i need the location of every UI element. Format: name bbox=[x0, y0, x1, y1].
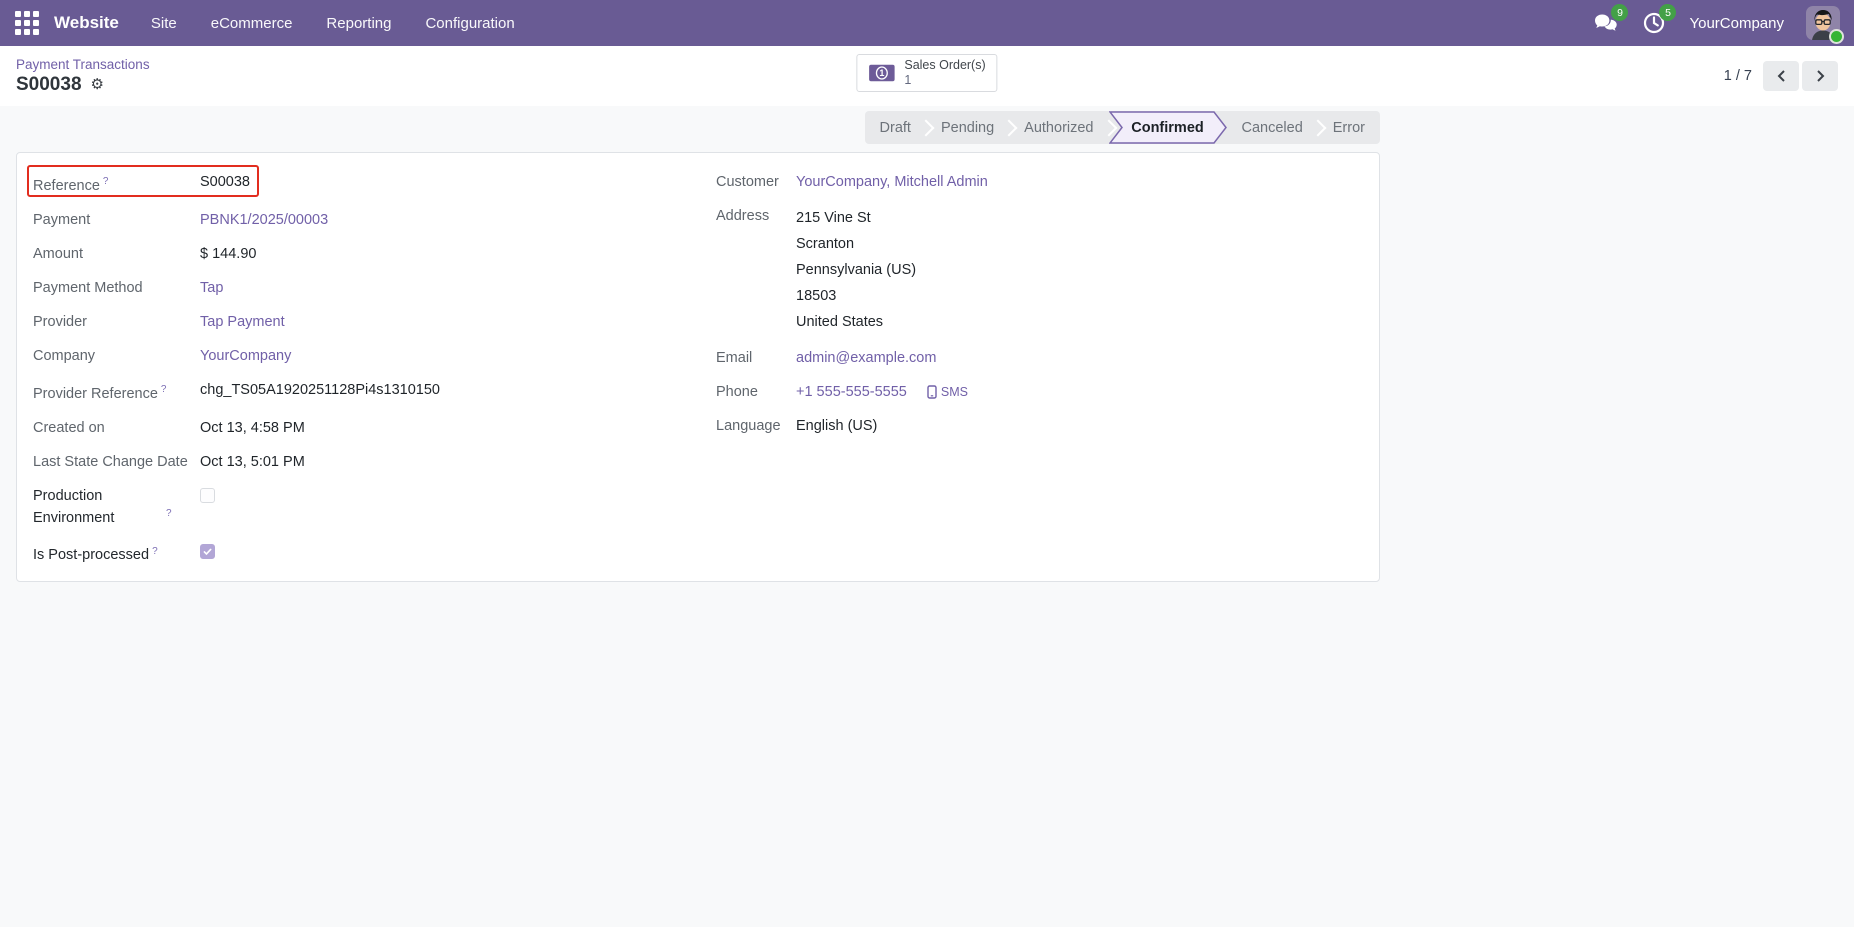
user-avatar[interactable] bbox=[1806, 6, 1844, 44]
menu-site[interactable]: Site bbox=[151, 15, 177, 32]
field-row-production-environment: Production Environment? bbox=[33, 485, 616, 529]
stat-button-label: Sales Order(s) bbox=[904, 58, 986, 72]
field-label-payment: Payment bbox=[33, 211, 91, 228]
field-value-company[interactable]: YourCompany bbox=[200, 345, 291, 367]
status-step-label: Canceled bbox=[1241, 119, 1303, 136]
page-title: S00038 bbox=[16, 73, 82, 95]
field-value-amount[interactable]: $ 144.90 bbox=[200, 243, 256, 265]
chevron-left-icon bbox=[1777, 70, 1785, 82]
sales-orders-button[interactable]: 1 Sales Order(s) 1 bbox=[856, 54, 998, 92]
field-label-created-on: Created on bbox=[33, 419, 105, 436]
checkbox-is-post-processed[interactable] bbox=[200, 543, 215, 559]
form-view: Draft Pending Authorized Confirmed Canceled E… bbox=[0, 106, 1854, 927]
field-value-provider-reference[interactable]: chg_TS05A1920251128Pi4s1310150 bbox=[200, 379, 440, 401]
field-row-is-post-processed: Is Post-processed? bbox=[33, 541, 616, 567]
field-row-amount: Amount $ 144.90 bbox=[33, 243, 616, 265]
field-row-last-state-change-date: Last State Change Date Oct 13, 5:01 PM bbox=[33, 451, 616, 473]
help-question-icon[interactable]: ? bbox=[161, 384, 167, 395]
field-row-payment: Payment PBNK1/2025/00003 bbox=[33, 209, 616, 231]
field-row-company: Company YourCompany bbox=[33, 345, 616, 367]
field-label-reference: Reference? bbox=[33, 176, 109, 194]
field-label-provider-reference: Provider Reference? bbox=[33, 383, 167, 402]
actions-gear-icon[interactable]: ⚙ bbox=[91, 77, 104, 92]
online-status-dot bbox=[1829, 29, 1844, 44]
apps-grid-icon[interactable] bbox=[14, 10, 40, 36]
field-row-reference: Reference? S00038 bbox=[27, 165, 616, 197]
pager-next-button[interactable] bbox=[1802, 61, 1838, 91]
field-label-provider: Provider bbox=[33, 313, 87, 330]
menu-reporting[interactable]: Reporting bbox=[326, 15, 391, 32]
status-step-canceled[interactable]: Canceled bbox=[1227, 111, 1318, 144]
statusbar: Draft Pending Authorized Confirmed Canceled E… bbox=[864, 111, 1380, 144]
pager-value: 1 / 7 bbox=[1723, 68, 1752, 84]
status-step-authorized[interactable]: Authorized bbox=[1009, 111, 1108, 144]
messages-badge: 9 bbox=[1611, 4, 1629, 21]
status-step-label: Draft bbox=[879, 119, 911, 136]
top-navbar: Website Site eCommerce Reporting Configurat… bbox=[0, 0, 1854, 46]
activities-button[interactable]: 5 bbox=[1641, 4, 1677, 35]
help-question-icon[interactable]: ? bbox=[103, 176, 109, 187]
field-value-last-state-change-date[interactable]: Oct 13, 5:01 PM bbox=[200, 451, 305, 473]
status-step-draft[interactable]: Draft bbox=[865, 111, 926, 144]
field-row-provider: Provider Tap Payment bbox=[33, 311, 616, 333]
status-step-label: Confirmed bbox=[1131, 119, 1204, 136]
customer-link[interactable]: YourCompany, Mitchell Admin bbox=[796, 171, 988, 193]
field-label-company: Company bbox=[33, 347, 96, 364]
control-panel: Payment Transactions S00038 ⚙ 1 Sales Or… bbox=[0, 46, 1854, 106]
field-value-provider[interactable]: Tap Payment bbox=[200, 311, 285, 333]
phone-link[interactable]: +1 555-555-5555 bbox=[796, 381, 907, 403]
status-step-label: Authorized bbox=[1024, 119, 1094, 136]
field-value-reference[interactable]: S00038 bbox=[200, 171, 250, 193]
field-row-phone: Phone +1 555-555-5555 SMS bbox=[716, 381, 1363, 403]
status-step-error[interactable]: Error bbox=[1318, 111, 1380, 144]
pager-prev-button[interactable] bbox=[1763, 61, 1799, 91]
field-label-is-post-processed: Is Post-processed? bbox=[33, 545, 158, 564]
field-value-payment[interactable]: PBNK1/2025/00003 bbox=[200, 209, 328, 231]
mobile-phone-icon bbox=[927, 385, 937, 399]
user-company-name[interactable]: YourCompany bbox=[1689, 15, 1784, 32]
field-row-language: Language English (US) bbox=[716, 415, 1363, 437]
field-row-customer: Customer YourCompany, Mitchell Admin bbox=[716, 171, 1363, 193]
checkbox-production-environment[interactable] bbox=[200, 487, 215, 503]
help-question-icon[interactable]: ? bbox=[152, 546, 158, 557]
email-link[interactable]: admin@example.com bbox=[796, 347, 936, 369]
field-row-provider-reference: Provider Reference? chg_TS05A1920251128Pi… bbox=[33, 379, 616, 405]
field-label-amount: Amount bbox=[33, 245, 83, 262]
field-row-address: Address 215 Vine St Scranton Pennsylvani… bbox=[716, 205, 1363, 335]
breadcrumb[interactable]: Payment Transactions bbox=[16, 57, 150, 72]
field-row-payment-method: Payment Method Tap bbox=[33, 277, 616, 299]
svg-text:1: 1 bbox=[879, 68, 884, 78]
nav-menus: Site eCommerce Reporting Configuration bbox=[151, 15, 515, 32]
left-field-group: Reference? S00038 Payment PBNK1/2025/00003 A… bbox=[27, 165, 616, 578]
sms-button[interactable]: SMS bbox=[927, 381, 968, 403]
chevron-right-icon bbox=[1816, 70, 1824, 82]
field-row-email: Email admin@example.com bbox=[716, 347, 1363, 369]
address-value[interactable]: 215 Vine St Scranton Pennsylvania (US) 1… bbox=[796, 205, 916, 335]
right-field-group: Customer YourCompany, Mitchell Admin Add… bbox=[716, 171, 1363, 578]
field-value-created-on[interactable]: Oct 13, 4:58 PM bbox=[200, 417, 305, 439]
status-step-confirmed[interactable]: Confirmed bbox=[1108, 111, 1227, 144]
menu-ecommerce[interactable]: eCommerce bbox=[211, 15, 293, 32]
field-label-payment-method: Payment Method bbox=[33, 279, 143, 296]
stat-button-count: 1 bbox=[904, 73, 912, 87]
pager: 1 / 7 bbox=[1724, 61, 1838, 91]
app-brand[interactable]: Website bbox=[54, 13, 119, 33]
navbar-right-section: 9 5 YourCompany bbox=[1593, 4, 1844, 44]
status-step-label: Error bbox=[1332, 119, 1365, 136]
status-step-label: Pending bbox=[940, 119, 995, 136]
field-value-payment-method[interactable]: Tap bbox=[200, 277, 223, 299]
activities-badge: 5 bbox=[1659, 4, 1677, 21]
field-row-created-on: Created on Oct 13, 4:58 PM bbox=[33, 417, 616, 439]
field-label-last-state-change-date: Last State Change Date bbox=[33, 453, 188, 470]
money-icon: 1 bbox=[869, 64, 895, 82]
help-question-icon[interactable]: ? bbox=[166, 508, 172, 519]
form-sheet: Reference? S00038 Payment PBNK1/2025/00003 A… bbox=[16, 152, 1380, 582]
field-label-production-environment: Production Environment? bbox=[33, 487, 172, 526]
menu-configuration[interactable]: Configuration bbox=[425, 15, 514, 32]
language-value[interactable]: English (US) bbox=[796, 415, 877, 437]
status-step-pending[interactable]: Pending bbox=[926, 111, 1009, 144]
messages-button[interactable]: 9 bbox=[1593, 4, 1629, 35]
